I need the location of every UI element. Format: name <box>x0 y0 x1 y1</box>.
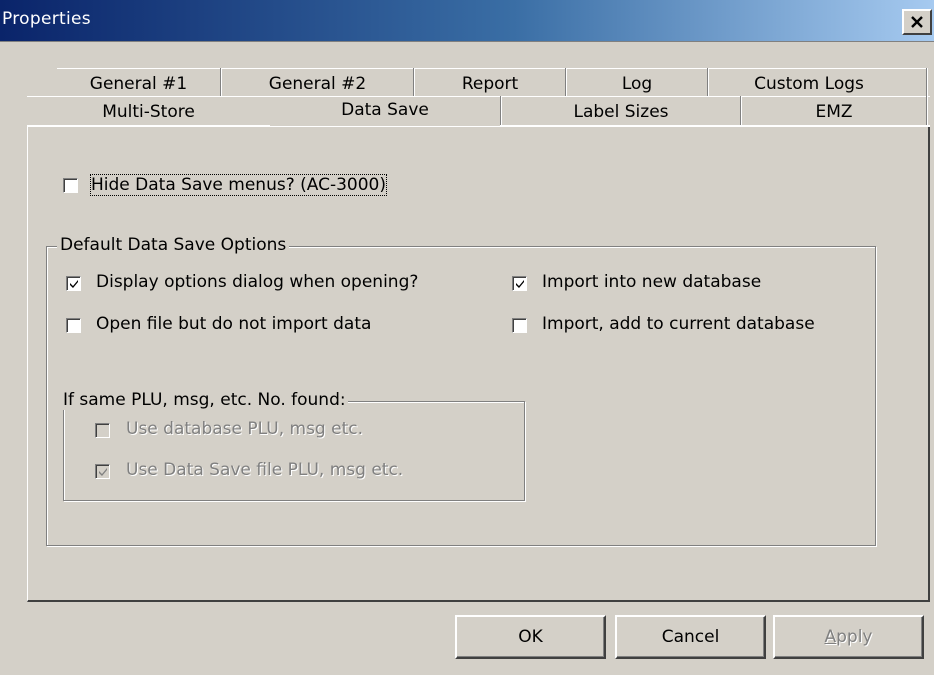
close-icon <box>911 16 923 28</box>
import-new-label[interactable]: Import into new database <box>542 272 761 292</box>
hide-menus-label[interactable]: Hide Data Save menus? (AC-3000) <box>89 174 388 196</box>
use-file-checkbox[interactable] <box>95 464 110 479</box>
checkmark-icon <box>70 280 78 288</box>
tab-multi-store[interactable]: Multi-Store <box>27 100 270 126</box>
default-options-title: Default Data Save Options <box>57 235 290 255</box>
tab-data-save[interactable]: Data Save <box>270 96 500 126</box>
title-bar: Properties <box>0 0 934 42</box>
open-no-import-label[interactable]: Open file but do not import data <box>96 314 371 334</box>
tab-emz[interactable]: EMZ <box>742 100 926 126</box>
close-button[interactable] <box>902 9 932 35</box>
tab-report[interactable]: Report <box>415 72 565 96</box>
tab-custom-logs[interactable]: Custom Logs <box>709 72 909 96</box>
panel-edge <box>500 125 930 127</box>
same-plu-title: If same PLU, msg, etc. No. found: <box>61 390 348 410</box>
use-database-label[interactable]: Use database PLU, msg etc. <box>126 419 363 439</box>
panel-edge <box>27 125 270 127</box>
tab-separator <box>926 96 928 126</box>
import-new-checkbox[interactable] <box>512 276 527 291</box>
tab-log[interactable]: Log <box>567 72 707 96</box>
tab-separator <box>926 68 928 96</box>
tab-general-2[interactable]: General #2 <box>222 72 413 96</box>
checkmark-icon <box>99 468 107 476</box>
open-no-import-checkbox[interactable] <box>66 318 81 333</box>
cancel-button[interactable]: Cancel <box>615 615 766 659</box>
import-add-label[interactable]: Import, add to current database <box>542 314 815 334</box>
use-database-checkbox[interactable] <box>95 423 110 438</box>
display-dialog-checkbox[interactable] <box>66 276 81 291</box>
same-plu-group <box>63 401 525 501</box>
checkmark-icon <box>516 280 524 288</box>
tab-label-sizes[interactable]: Label Sizes <box>502 100 740 126</box>
tab-general-1[interactable]: General #1 <box>57 72 220 96</box>
hide-menus-checkbox[interactable] <box>63 178 78 193</box>
window-title: Properties <box>2 9 91 29</box>
ok-button[interactable]: OK <box>455 615 606 659</box>
use-file-label[interactable]: Use Data Save file PLU, msg etc. <box>126 460 403 480</box>
apply-button[interactable]: Apply <box>773 615 924 659</box>
display-dialog-label[interactable]: Display options dialog when opening? <box>96 272 418 292</box>
tab-row1-top <box>57 68 928 69</box>
import-add-checkbox[interactable] <box>512 318 527 333</box>
